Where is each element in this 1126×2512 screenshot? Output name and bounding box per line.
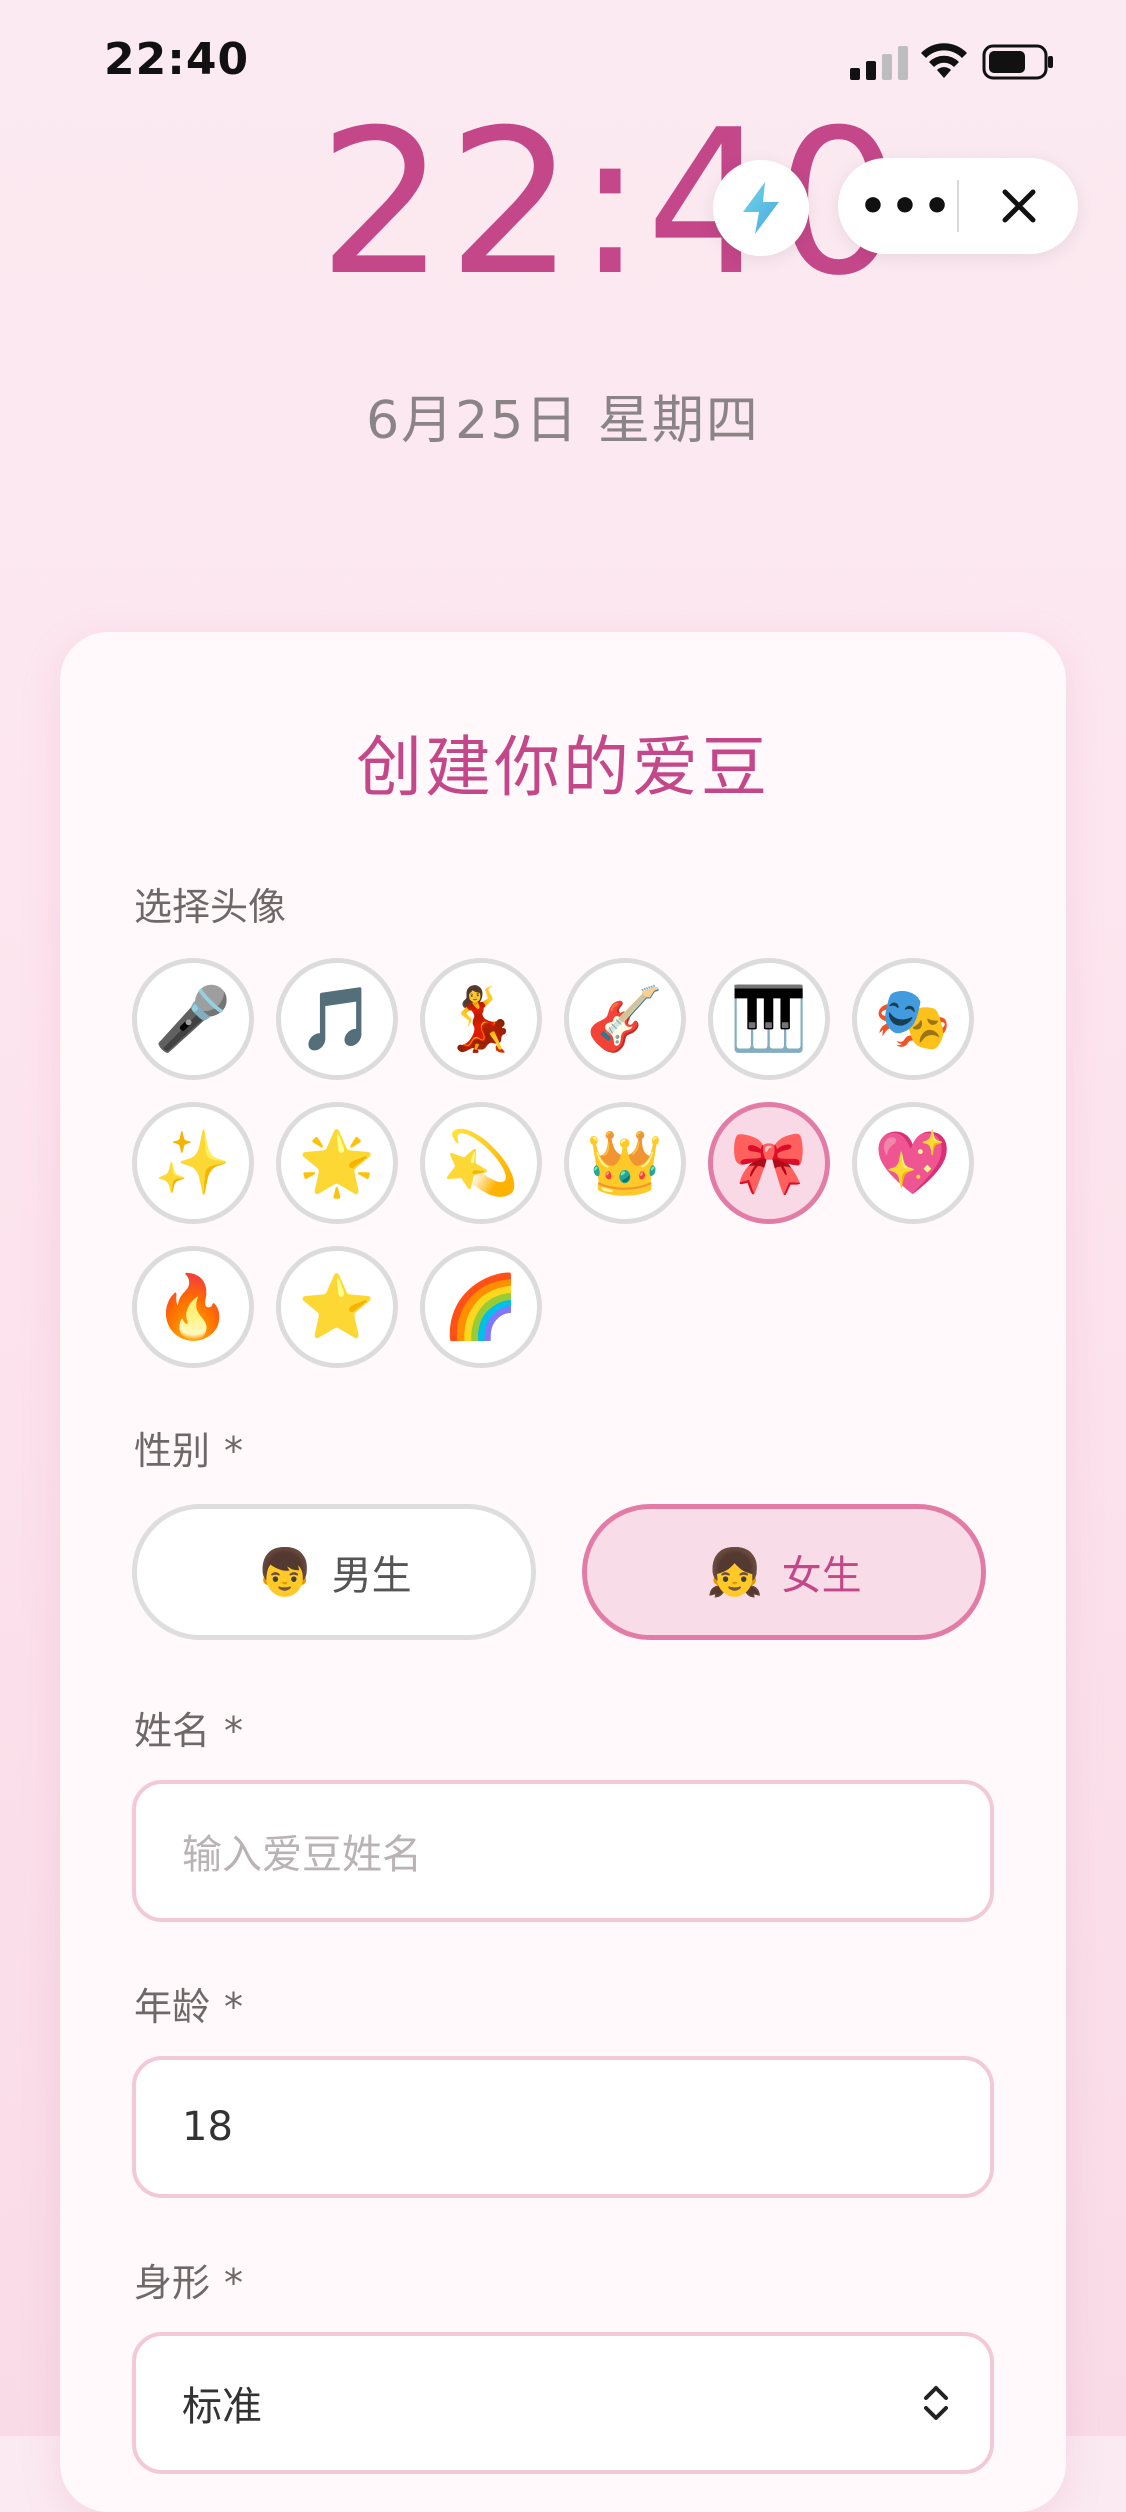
boy-icon: 👦 (256, 1544, 314, 1599)
gender-label: 性别 * (134, 1420, 243, 1475)
gender-label-text: 性别 (134, 1429, 211, 1473)
lightning-button[interactable] (713, 160, 809, 256)
name-input[interactable]: 输入爱豆姓名 (132, 1780, 994, 1922)
date-label: 6月25日 星期四 (366, 391, 760, 451)
avatar-fire[interactable]: 🔥 (132, 1246, 254, 1368)
avatar-section-label: 选择头像 (134, 885, 287, 929)
body-shape-label: 身形 * (134, 2252, 243, 2307)
avatar-microphone[interactable]: 🎤 (132, 958, 254, 1080)
large-clock: 22:40 (318, 87, 905, 320)
menu-capsule: ••• (838, 158, 1078, 254)
avatar-glowing-star[interactable]: 🌟 (276, 1102, 398, 1224)
name-label-text: 姓名 (134, 1709, 211, 1753)
gender-female-button[interactable]: 👧 女生 (582, 1504, 986, 1640)
avatar-sparkling-heart[interactable]: 💖 (852, 1102, 974, 1224)
required-mark: * (224, 1709, 244, 1753)
create-idol-card: 创建你的爱豆 选择头像 🎤 🎵 💃 🎸 🎹 🎭 ✨ 🌟 💫 👑 🎀 💖 🔥 ⭐ … (60, 632, 1066, 2512)
avatar-dizzy[interactable]: 💫 (420, 1102, 542, 1224)
close-icon (1002, 189, 1036, 223)
wifi-icon (921, 43, 967, 78)
avatar-ribbon-selected[interactable]: 🎀 (708, 1102, 830, 1224)
status-time: 22:40 (104, 34, 250, 85)
gender-male-button[interactable]: 👦 男生 (132, 1504, 536, 1640)
avatar-piano[interactable]: 🎹 (708, 958, 830, 1080)
capsule-divider (957, 180, 959, 232)
required-mark: * (224, 2261, 244, 2305)
body-shape-value: 标准 (182, 2384, 262, 2430)
body-shape-select[interactable]: 标准 (132, 2332, 994, 2474)
avatar-grid: 🎤 🎵 💃 🎸 🎹 🎭 ✨ 🌟 💫 👑 🎀 💖 🔥 ⭐ 🌈 (132, 958, 992, 1378)
name-label: 姓名 * (134, 1700, 243, 1755)
close-button[interactable] (984, 176, 1054, 236)
name-placeholder: 输入爱豆姓名 (182, 1832, 422, 1878)
more-options-button[interactable]: ••• (859, 176, 951, 236)
lightning-icon (743, 182, 779, 234)
gender-male-label: 男生 (331, 1553, 412, 1599)
avatar-rainbow[interactable]: 🌈 (420, 1246, 542, 1368)
cellular-signal-icon (850, 46, 908, 80)
girl-icon: 👧 (706, 1544, 764, 1599)
body-shape-label-text: 身形 (134, 2261, 211, 2305)
required-mark: * (224, 1429, 244, 1473)
avatar-sparkles[interactable]: ✨ (132, 1102, 254, 1224)
avatar-crown[interactable]: 👑 (564, 1102, 686, 1224)
age-value: 18 (182, 2104, 233, 2150)
battery-icon (982, 44, 1053, 80)
chevron-up-down-icon (924, 2386, 948, 2420)
page-title: 创建你的爱豆 (356, 729, 770, 806)
required-mark: * (224, 1985, 244, 2029)
age-label-text: 年龄 (134, 1985, 211, 2029)
avatar-star[interactable]: ⭐ (276, 1246, 398, 1368)
age-label: 年龄 * (134, 1976, 243, 2031)
age-input[interactable]: 18 (132, 2056, 994, 2198)
avatar-guitar[interactable]: 🎸 (564, 958, 686, 1080)
avatar-music-note[interactable]: 🎵 (276, 958, 398, 1080)
avatar-dancer[interactable]: 💃 (420, 958, 542, 1080)
gender-female-label: 女生 (781, 1553, 862, 1599)
avatar-theater-masks[interactable]: 🎭 (852, 958, 974, 1080)
